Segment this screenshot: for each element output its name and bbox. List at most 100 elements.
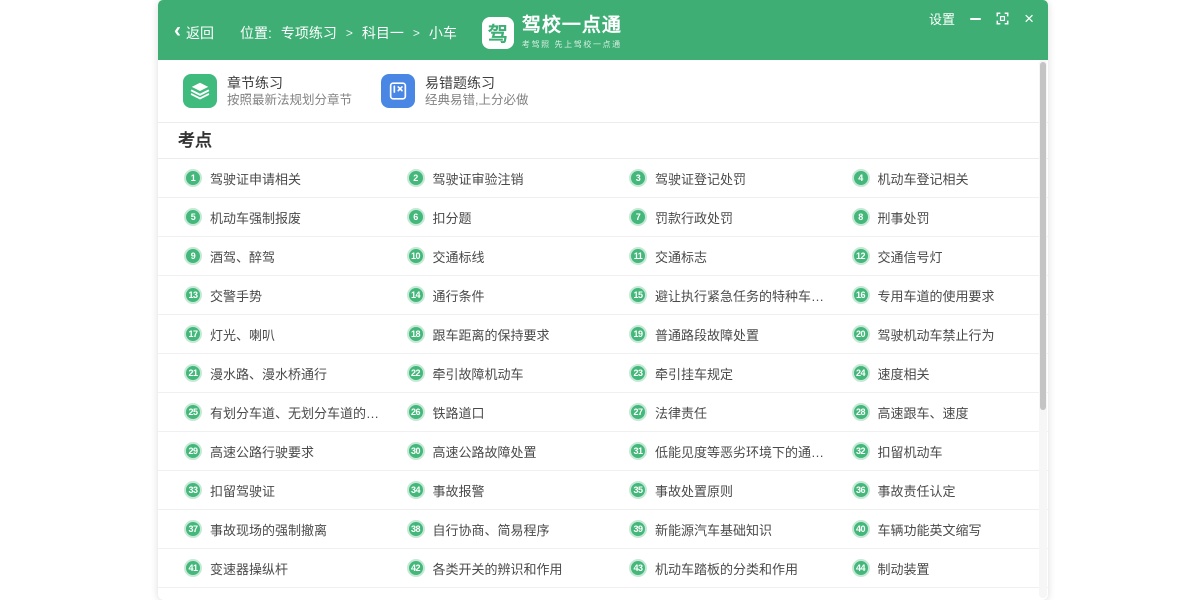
topic-number-badge: 2 [407, 169, 425, 187]
topic-item[interactable]: 22 牵引故障机动车 [381, 354, 604, 393]
topic-item[interactable]: 3 驾驶证登记处罚 [603, 159, 826, 198]
title-bar: ‹ 返回 位置: 专项练习 > 科目一 > 小车 驾 驾校一点通 [158, 0, 1048, 60]
topic-number-badge: 3 [629, 169, 647, 187]
topic-item[interactable]: 36 事故责任认定 [826, 471, 1049, 510]
topic-item[interactable]: 20 驾驶机动车禁止行为 [826, 315, 1049, 354]
topic-label: 驾驶机动车禁止行为 [878, 325, 995, 344]
error-prone-practice-card[interactable]: 易错题练习 经典易错,上分必做 [381, 74, 579, 108]
logo-title: 驾校一点通 [522, 16, 622, 37]
topic-item[interactable]: 37 事故现场的强制撤离 [158, 510, 381, 549]
minimize-button[interactable] [970, 18, 981, 20]
topic-label: 扣分题 [433, 208, 472, 227]
topic-number-badge: 12 [852, 247, 870, 265]
topic-item[interactable]: 25 有划分车道、无划分车道的道… [158, 393, 381, 432]
topic-item[interactable]: 32 扣留机动车 [826, 432, 1049, 471]
minimize-icon [970, 18, 981, 20]
topic-item[interactable]: 19 普通路段故障处置 [603, 315, 826, 354]
topic-item[interactable]: 6 扣分题 [381, 198, 604, 237]
topic-number-badge: 15 [629, 286, 647, 304]
topic-item[interactable]: 44 制动装置 [826, 549, 1049, 588]
logo-icon: 驾 [482, 17, 514, 49]
close-button[interactable]: × [1024, 10, 1034, 27]
topic-number-badge: 1 [184, 169, 202, 187]
topic-item[interactable]: 34 事故报警 [381, 471, 604, 510]
topic-item[interactable]: 43 机动车踏板的分类和作用 [603, 549, 826, 588]
topic-label: 变速器操纵杆 [210, 559, 288, 578]
topic-item[interactable]: 17 灯光、喇叭 [158, 315, 381, 354]
topic-item[interactable]: 14 通行条件 [381, 276, 604, 315]
chapter-practice-card[interactable]: 章节练习 按照最新法规划分章节 [183, 74, 381, 108]
topic-number-badge: 29 [184, 442, 202, 460]
topic-number-badge: 32 [852, 442, 870, 460]
topic-item[interactable]: 33 扣留驾驶证 [158, 471, 381, 510]
topic-label: 交警手势 [210, 286, 262, 305]
topic-item[interactable]: 15 避让执行紧急任务的特种车辆… [603, 276, 826, 315]
topic-item[interactable]: 30 高速公路故障处置 [381, 432, 604, 471]
topic-item[interactable]: 38 自行协商、简易程序 [381, 510, 604, 549]
topics-grid: 1 驾驶证申请相关 2 驾驶证审验注销 3 驾驶证登记处罚 4 机动车登记相关 … [158, 159, 1048, 588]
topic-item[interactable]: 35 事故处置原则 [603, 471, 826, 510]
topic-item[interactable]: 18 跟车距离的保持要求 [381, 315, 604, 354]
topic-number-badge: 27 [629, 403, 647, 421]
breadcrumb-item-vehicle[interactable]: 小车 [429, 23, 457, 43]
topic-item[interactable]: 4 机动车登记相关 [826, 159, 1049, 198]
topic-item[interactable]: 41 变速器操纵杆 [158, 549, 381, 588]
topic-number-badge: 26 [407, 403, 425, 421]
topic-number-badge: 20 [852, 325, 870, 343]
topic-number-badge: 8 [852, 208, 870, 226]
header-nav: ‹ 返回 位置: 专项练习 > 科目一 > 小车 驾 驾校一点通 [174, 16, 622, 50]
topic-item[interactable]: 10 交通标线 [381, 237, 604, 276]
topic-item[interactable]: 8 刑事处罚 [826, 198, 1049, 237]
topic-label: 自行协商、简易程序 [433, 520, 550, 539]
topic-item[interactable]: 39 新能源汽车基础知识 [603, 510, 826, 549]
topic-label: 机动车登记相关 [878, 169, 969, 188]
topic-item[interactable]: 27 法律责任 [603, 393, 826, 432]
topic-item[interactable]: 16 专用车道的使用要求 [826, 276, 1049, 315]
topic-label: 事故处置原则 [655, 481, 733, 500]
topic-item[interactable]: 12 交通信号灯 [826, 237, 1049, 276]
topic-number-badge: 6 [407, 208, 425, 226]
maximize-button[interactable] [996, 12, 1009, 25]
topic-item[interactable]: 2 驾驶证审验注销 [381, 159, 604, 198]
topic-item[interactable]: 28 高速跟车、速度 [826, 393, 1049, 432]
topic-label: 刑事处罚 [878, 208, 930, 227]
topic-number-badge: 37 [184, 520, 202, 538]
topic-item[interactable]: 9 酒驾、醉驾 [158, 237, 381, 276]
chevron-left-icon: ‹ [174, 20, 181, 41]
back-button[interactable]: ‹ 返回 [174, 22, 214, 43]
settings-button[interactable]: 设置 [929, 9, 955, 28]
topic-number-badge: 28 [852, 403, 870, 421]
topic-number-badge: 4 [852, 169, 870, 187]
topic-label: 低能见度等恶劣环境下的通行… [655, 442, 826, 461]
topic-label: 驾驶证申请相关 [210, 169, 301, 188]
topic-item[interactable]: 24 速度相关 [826, 354, 1049, 393]
topic-item[interactable]: 42 各类开关的辨识和作用 [381, 549, 604, 588]
topic-number-badge: 41 [184, 559, 202, 577]
topic-item[interactable]: 5 机动车强制报废 [158, 198, 381, 237]
topic-label: 跟车距离的保持要求 [433, 325, 550, 344]
breadcrumb-item-practice[interactable]: 专项练习 [281, 23, 337, 43]
chapter-card-icon-box [183, 74, 217, 108]
breadcrumb-item-subject[interactable]: 科目一 [362, 23, 404, 43]
topic-item[interactable]: 29 高速公路行驶要求 [158, 432, 381, 471]
topic-label: 罚款行政处罚 [655, 208, 733, 227]
topic-number-badge: 13 [184, 286, 202, 304]
topic-label: 专用车道的使用要求 [878, 286, 995, 305]
topic-item[interactable]: 11 交通标志 [603, 237, 826, 276]
topic-label: 机动车踏板的分类和作用 [655, 559, 798, 578]
topic-item[interactable]: 40 车辆功能英文缩写 [826, 510, 1049, 549]
topic-item[interactable]: 21 漫水路、漫水桥通行 [158, 354, 381, 393]
chapter-card-title: 章节练习 [227, 75, 352, 91]
topic-number-badge: 5 [184, 208, 202, 226]
topic-label: 法律责任 [655, 403, 707, 422]
topic-item[interactable]: 1 驾驶证申请相关 [158, 159, 381, 198]
layers-icon [189, 80, 211, 102]
topic-item[interactable]: 23 牵引挂车规定 [603, 354, 826, 393]
topic-item[interactable]: 7 罚款行政处罚 [603, 198, 826, 237]
topic-item[interactable]: 13 交警手势 [158, 276, 381, 315]
scrollbar-thumb[interactable] [1040, 62, 1046, 410]
topic-number-badge: 25 [184, 403, 202, 421]
topic-item[interactable]: 26 铁路道口 [381, 393, 604, 432]
topic-label: 有划分车道、无划分车道的道… [210, 403, 381, 422]
topic-item[interactable]: 31 低能见度等恶劣环境下的通行… [603, 432, 826, 471]
